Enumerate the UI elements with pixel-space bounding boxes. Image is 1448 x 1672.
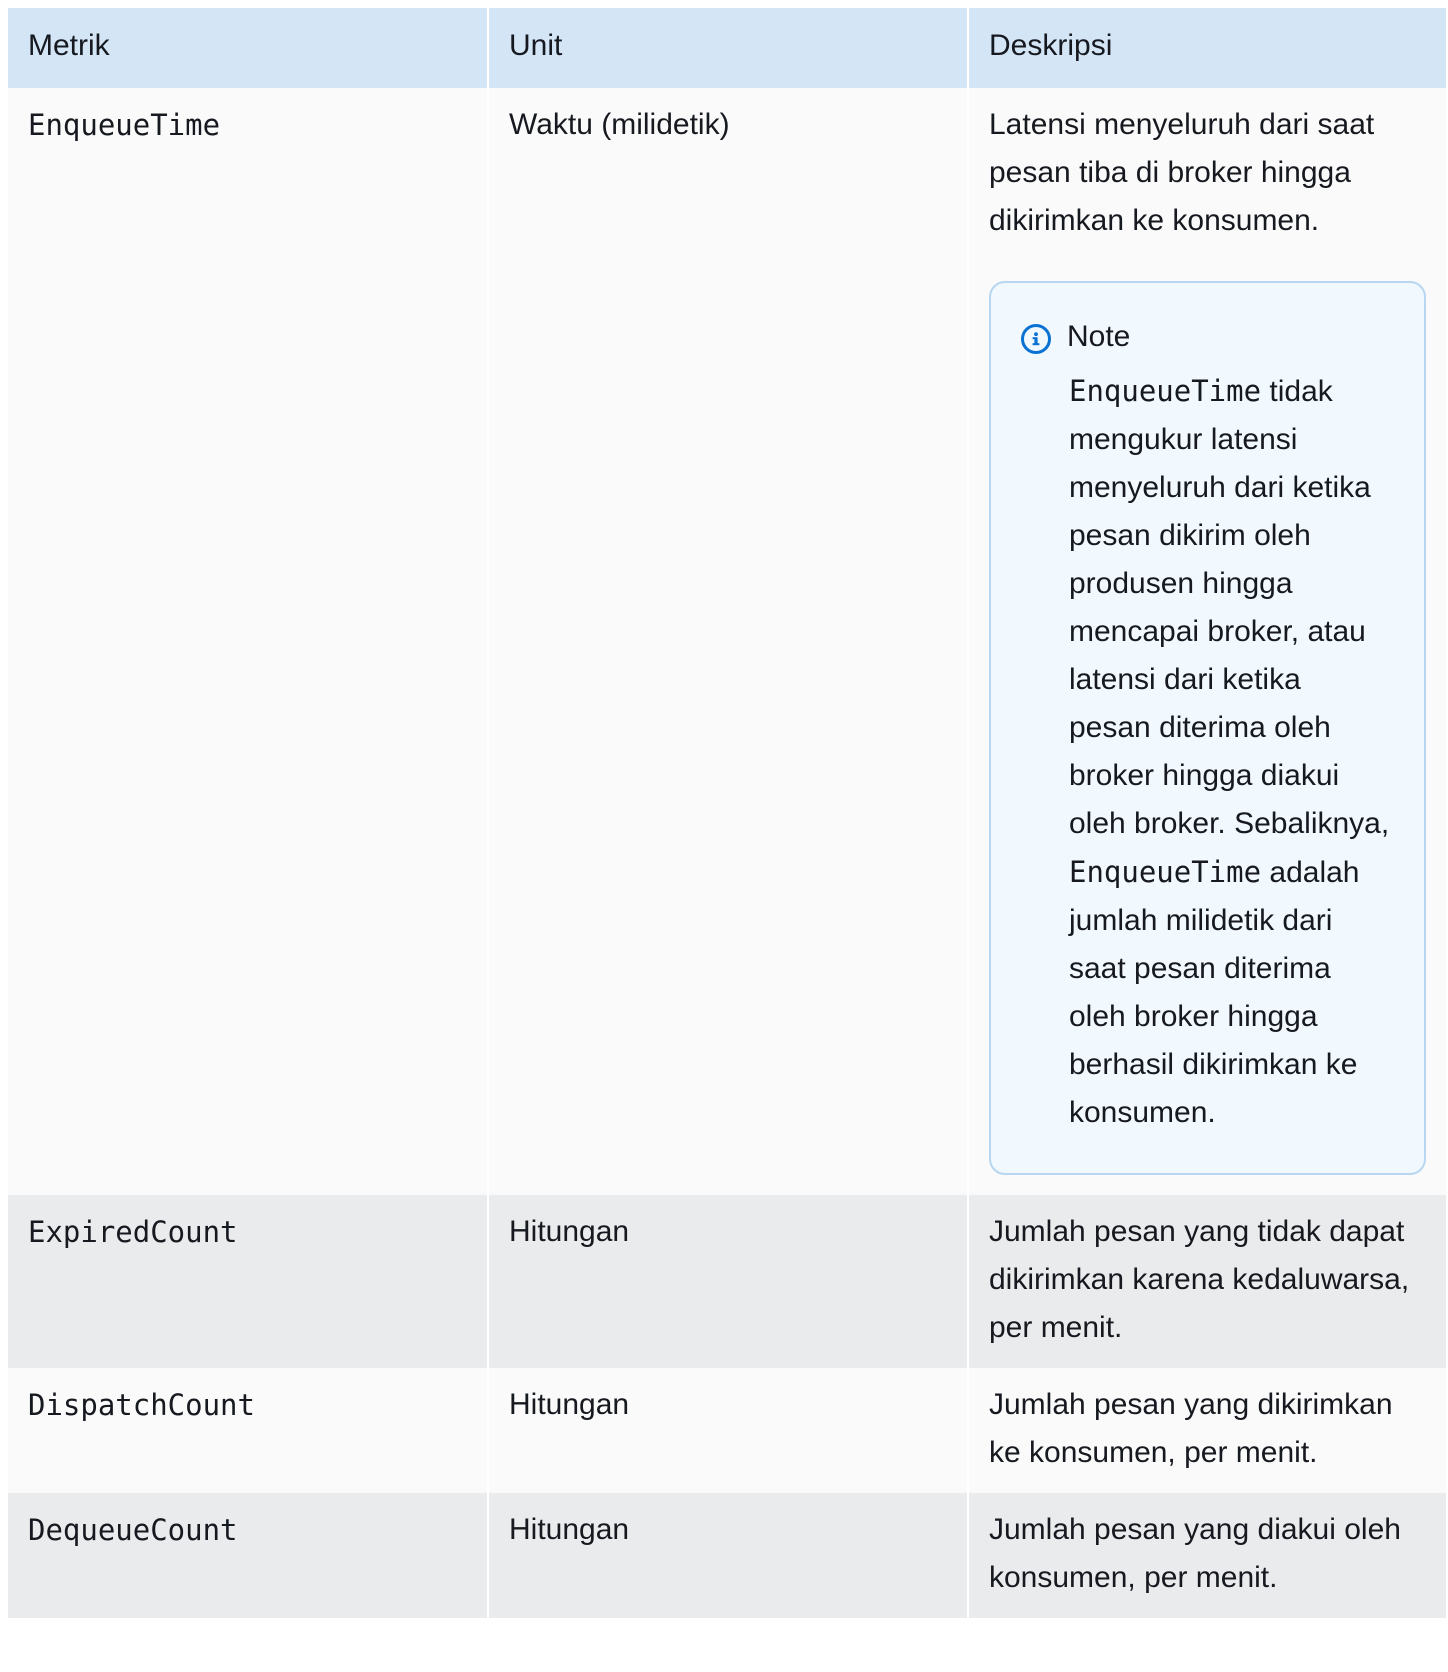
info-icon bbox=[1021, 324, 1051, 354]
note-code-2: EnqueueTime bbox=[1069, 855, 1262, 889]
unit-cell: Hitungan bbox=[488, 1195, 969, 1368]
header-description: Deskripsi bbox=[968, 8, 1446, 88]
unit-cell: Waktu (milidetik) bbox=[488, 88, 969, 1195]
metric-cell: ExpiredCount bbox=[8, 1195, 489, 1368]
description-cell: Jumlah pesan yang tidak dapat dikirimkan… bbox=[968, 1195, 1446, 1368]
table-header-row: Metrik Unit Deskripsi bbox=[8, 8, 1446, 88]
table-row: DequeueCount Hitungan Jumlah pesan yang … bbox=[8, 1493, 1446, 1618]
metric-name: DispatchCount bbox=[28, 1388, 255, 1422]
note-title: Note bbox=[1067, 320, 1131, 353]
note-body: EnqueueTime tidak mengukur latensi menye… bbox=[1021, 367, 1390, 1137]
metrics-table-wrapper: Metrik Unit Deskripsi EnqueueTime Waktu … bbox=[8, 8, 1446, 1618]
description-cell: Jumlah pesan yang diakui oleh konsumen, … bbox=[968, 1493, 1446, 1618]
description-cell: Jumlah pesan yang dikirimkan ke konsumen… bbox=[968, 1368, 1446, 1493]
unit-cell: Hitungan bbox=[488, 1368, 969, 1493]
header-unit: Unit bbox=[488, 8, 969, 88]
table-row: EnqueueTime Waktu (milidetik) Latensi me… bbox=[8, 88, 1446, 1195]
table-row: ExpiredCount Hitungan Jumlah pesan yang … bbox=[8, 1195, 1446, 1368]
metric-cell: DispatchCount bbox=[8, 1368, 489, 1493]
note-code-1: EnqueueTime bbox=[1069, 374, 1262, 408]
metric-cell: DequeueCount bbox=[8, 1493, 489, 1618]
note-text-1: tidak mengukur latensi menyeluruh dari k… bbox=[1069, 375, 1390, 840]
table-row: DispatchCount Hitungan Jumlah pesan yang… bbox=[8, 1368, 1446, 1493]
note-box: Note EnqueueTime tidak mengukur latensi … bbox=[989, 281, 1426, 1175]
description-cell: Latensi menyeluruh dari saat pesan tiba … bbox=[968, 88, 1446, 1195]
note-text: EnqueueTime tidak mengukur latensi menye… bbox=[1069, 367, 1390, 1137]
metric-name: EnqueueTime bbox=[28, 108, 221, 142]
metrics-table: Metrik Unit Deskripsi EnqueueTime Waktu … bbox=[8, 8, 1446, 1618]
header-metric: Metrik bbox=[8, 8, 489, 88]
note-header: Note bbox=[1021, 313, 1390, 361]
unit-cell: Hitungan bbox=[488, 1493, 969, 1618]
metric-name: ExpiredCount bbox=[28, 1215, 238, 1249]
note-text-2: adalah jumlah milidetik dari saat pesan … bbox=[1069, 856, 1360, 1129]
metric-name: DequeueCount bbox=[28, 1513, 238, 1547]
metric-cell: EnqueueTime bbox=[8, 88, 489, 1195]
description-text: Latensi menyeluruh dari saat pesan tiba … bbox=[989, 108, 1375, 237]
